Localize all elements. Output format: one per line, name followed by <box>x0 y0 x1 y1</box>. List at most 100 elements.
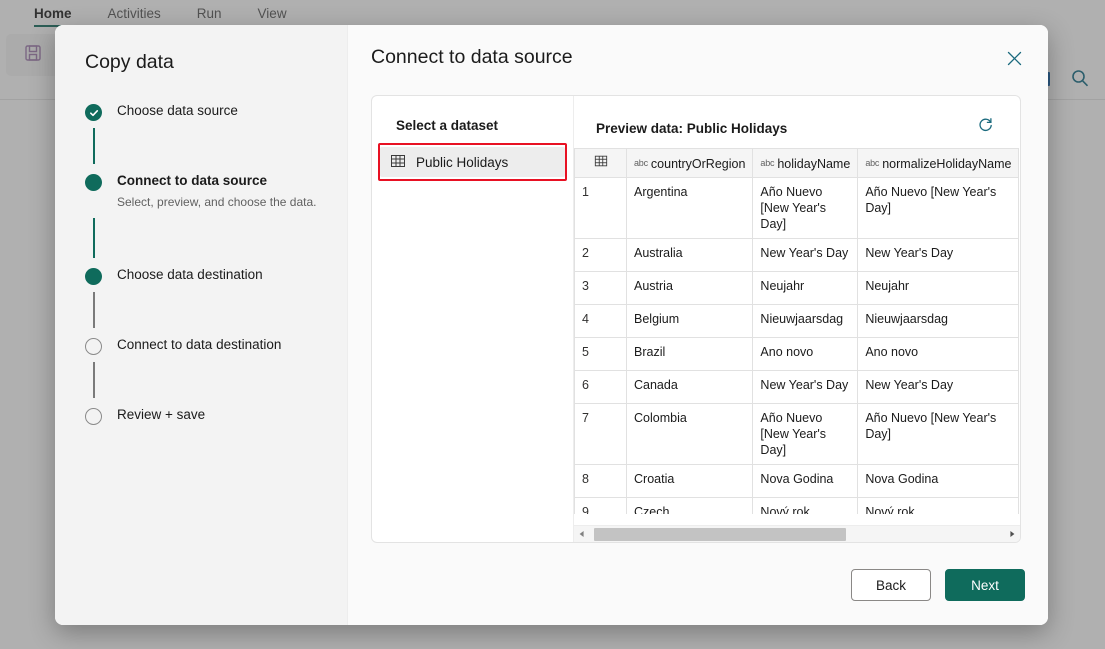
step-connector <box>93 362 95 398</box>
screen: Home Activities Run View <box>0 0 1105 649</box>
column-header-countryOrRegion[interactable]: abccountryOrRegion <box>627 149 753 178</box>
step-connector <box>93 218 95 258</box>
refresh-button[interactable] <box>972 115 998 141</box>
table-row[interactable]: 7 Colombia Año Nuevo [New Year's Day] Añ… <box>575 404 1019 465</box>
dialog-footer: Back Next <box>851 569 1025 601</box>
next-button[interactable]: Next <box>945 569 1025 601</box>
dataset-item-wrapper: Public Holidays <box>372 147 573 177</box>
column-header-normalizeHolidayName[interactable]: abcnormalizeHolidayName <box>858 149 1019 178</box>
close-icon <box>1006 50 1023 72</box>
row-number: 8 <box>575 465 627 498</box>
table-header-row: abccountryOrRegion abcholidayName abcnor… <box>575 149 1019 178</box>
cell-normalizeHolidayName: Nova Godina <box>858 465 1019 498</box>
preview-table: abccountryOrRegion abcholidayName abcnor… <box>574 148 1019 514</box>
row-number: 3 <box>575 272 627 305</box>
wizard-panel: Copy data Choose data source Connect to … <box>55 25 348 625</box>
scroll-right-button[interactable] <box>1004 525 1020 543</box>
preview-panel: Preview data: Public Holidays <box>574 96 1020 542</box>
cell-holidayName: Ano novo <box>753 338 858 371</box>
cell-countryOrRegion: Czech <box>627 498 753 515</box>
cell-normalizeHolidayName: Año Nuevo [New Year's Day] <box>858 404 1019 465</box>
step-empty-circle-icon <box>85 408 102 425</box>
back-button[interactable]: Back <box>851 569 931 601</box>
horizontal-scrollbar[interactable] <box>574 525 1020 542</box>
table-row[interactable]: 1 Argentina Año Nuevo [New Year's Day] A… <box>575 178 1019 239</box>
cell-normalizeHolidayName: Ano novo <box>858 338 1019 371</box>
wizard-step-label: Choose data source <box>117 102 347 120</box>
chevron-right-icon <box>1008 525 1016 543</box>
wizard-step-review-save[interactable]: Review + save <box>85 406 347 424</box>
cell-holidayName: Año Nuevo [New Year's Day] <box>753 404 858 465</box>
row-number: 7 <box>575 404 627 465</box>
dataset-list-panel: Select a dataset Public Holi <box>372 96 574 542</box>
cell-holidayName: New Year's Day <box>753 239 858 272</box>
dataset-panel-title: Select a dataset <box>372 118 573 147</box>
table-grid-icon <box>390 153 406 172</box>
step-dot-icon <box>85 268 102 285</box>
table-row[interactable]: 6 Canada New Year's Day New Year's Day <box>575 371 1019 404</box>
row-number-header <box>575 149 627 178</box>
scroll-left-button[interactable] <box>574 525 590 543</box>
step-connector <box>93 128 95 164</box>
cell-holidayName: Nový rok <box>753 498 858 515</box>
cell-holidayName: Neujahr <box>753 272 858 305</box>
wizard-step-label: Connect to data source <box>117 172 347 190</box>
cell-normalizeHolidayName: Nieuwjaarsdag <box>858 305 1019 338</box>
dialog-main-panel: Connect to data source Select a dataset <box>348 25 1048 625</box>
cell-holidayName: Nova Godina <box>753 465 858 498</box>
table-row[interactable]: 5 Brazil Ano novo Ano novo <box>575 338 1019 371</box>
wizard-step-description: Select, preview, and choose the data. <box>117 194 347 210</box>
copy-data-dialog: Copy data Choose data source Connect to … <box>55 25 1048 625</box>
data-source-card: Select a dataset Public Holi <box>371 95 1021 543</box>
table-row[interactable]: 2 Australia New Year's Day New Year's Da… <box>575 239 1019 272</box>
cell-holidayName: New Year's Day <box>753 371 858 404</box>
dataset-item-public-holidays[interactable]: Public Holidays <box>380 147 565 177</box>
type-badge: abc <box>865 158 879 168</box>
row-number: 1 <box>575 178 627 239</box>
wizard-step-choose-data-source[interactable]: Choose data source <box>85 102 347 120</box>
step-empty-circle-icon <box>85 338 102 355</box>
row-number: 2 <box>575 239 627 272</box>
cell-normalizeHolidayName: New Year's Day <box>858 371 1019 404</box>
cell-countryOrRegion: Canada <box>627 371 753 404</box>
table-row[interactable]: 3 Austria Neujahr Neujahr <box>575 272 1019 305</box>
type-badge: abc <box>760 158 774 168</box>
wizard-step-connect-to-data-destination[interactable]: Connect to data destination <box>85 336 347 354</box>
column-header-holidayName[interactable]: abcholidayName <box>753 149 858 178</box>
table-row[interactable]: 9 Czech Nový rok Nový rok <box>575 498 1019 515</box>
wizard-step-choose-data-destination[interactable]: Choose data destination <box>85 266 347 284</box>
cell-normalizeHolidayName: Neujahr <box>858 272 1019 305</box>
cell-countryOrRegion: Belgium <box>627 305 753 338</box>
column-header-label: holidayName <box>777 157 850 171</box>
wizard-step-label: Review + save <box>117 406 347 424</box>
wizard-step-label: Connect to data destination <box>117 336 347 354</box>
table-header: abccountryOrRegion abcholidayName abcnor… <box>575 149 1019 178</box>
table-row[interactable]: 4 Belgium Nieuwjaarsdag Nieuwjaarsdag <box>575 305 1019 338</box>
column-header-label: normalizeHolidayName <box>882 157 1011 171</box>
preview-grid-container: abccountryOrRegion abcholidayName abcnor… <box>574 148 1020 514</box>
cell-holidayName: Nieuwjaarsdag <box>753 305 858 338</box>
table-grid-icon <box>594 157 608 171</box>
preview-title: Preview data: Public Holidays <box>596 121 787 136</box>
refresh-icon <box>977 117 994 139</box>
preview-header: Preview data: Public Holidays <box>574 96 1020 141</box>
row-number: 5 <box>575 338 627 371</box>
cell-holidayName: Año Nuevo [New Year's Day] <box>753 178 858 239</box>
cell-normalizeHolidayName: Año Nuevo [New Year's Day] <box>858 178 1019 239</box>
table-row[interactable]: 8 Croatia Nova Godina Nova Godina <box>575 465 1019 498</box>
cell-countryOrRegion: Argentina <box>627 178 753 239</box>
scrollbar-track[interactable] <box>590 526 1004 543</box>
step-current-dot-icon <box>85 174 102 191</box>
step-connector <box>93 292 95 328</box>
wizard-step-connect-to-data-source[interactable]: Connect to data source Select, preview, … <box>85 172 347 210</box>
row-number: 9 <box>575 498 627 515</box>
row-number: 6 <box>575 371 627 404</box>
chevron-left-icon <box>578 525 586 543</box>
wizard-steps: Choose data source Connect to data sourc… <box>85 102 347 424</box>
cell-normalizeHolidayName: Nový rok <box>858 498 1019 515</box>
cell-countryOrRegion: Colombia <box>627 404 753 465</box>
close-button[interactable] <box>998 45 1030 77</box>
scrollbar-thumb[interactable] <box>594 528 846 541</box>
cell-countryOrRegion: Brazil <box>627 338 753 371</box>
column-header-label: countryOrRegion <box>651 157 746 171</box>
